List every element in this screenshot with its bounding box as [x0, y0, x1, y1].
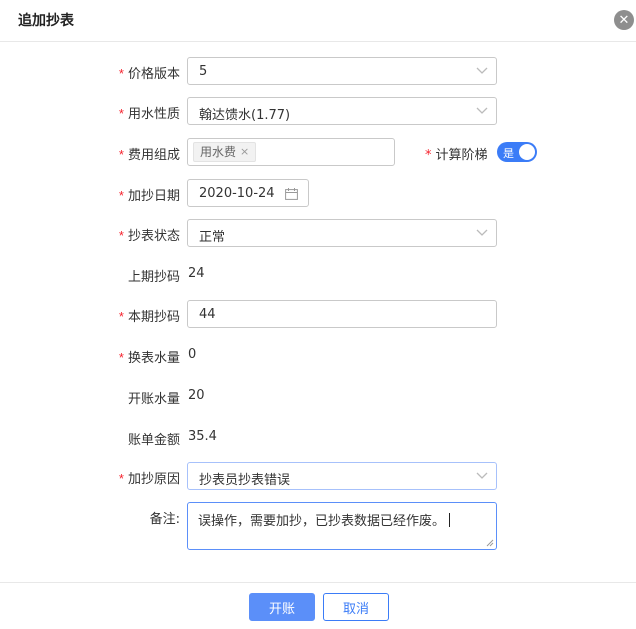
bill-amount-row: 账单金额 35.4	[0, 423, 636, 453]
current-reading-label: * 本期抄码	[118, 309, 180, 325]
resize-grip-icon[interactable]	[486, 539, 494, 547]
fee-composition-multiselect[interactable]: 用水费 ×	[187, 138, 395, 166]
reason-value: 抄表员抄表错误	[199, 473, 291, 488]
required-mark: *	[118, 147, 124, 162]
fee-tag-label: 用水费	[200, 145, 237, 159]
remark-value: 误操作，需要加抄，已抄表数据已经作废。	[198, 510, 451, 529]
fee-composition-row: * 费用组成 用水费 × * 计算阶梯 是	[0, 138, 636, 168]
billed-volume-row: 开账水量 20	[0, 382, 636, 412]
chevron-down-icon	[476, 229, 488, 236]
water-type-row: * 用水性质 翰达馈水(1.77)	[0, 97, 636, 127]
remark-textarea[interactable]: 误操作，需要加抄，已抄表数据已经作废。	[187, 502, 497, 550]
confirm-billing-button[interactable]: 开账	[249, 593, 315, 621]
required-mark: *	[118, 228, 124, 243]
text-caret	[449, 513, 451, 527]
dialog-title: 追加抄表	[18, 13, 74, 29]
billed-volume-value: 20	[188, 388, 205, 403]
bill-amount-label: 账单金额	[127, 433, 180, 448]
meter-status-value: 正常	[199, 230, 226, 245]
required-mark: *	[425, 148, 432, 163]
fee-tag: 用水费 ×	[193, 142, 257, 162]
billed-volume-label: 开账水量	[127, 392, 180, 407]
current-reading-value: 44	[199, 307, 216, 322]
price-version-select[interactable]: 5	[187, 57, 497, 85]
chevron-down-icon	[476, 472, 488, 479]
replace-volume-value: 0	[188, 347, 197, 362]
cancel-button[interactable]: 取消	[323, 593, 389, 621]
tiered-calc-toggle[interactable]: 是	[497, 142, 537, 162]
read-date-label: * 加抄日期	[118, 188, 180, 204]
current-reading-input[interactable]: 44	[187, 300, 497, 328]
replace-volume-row: * 换表水量 0	[0, 341, 636, 371]
tiered-calc-label: * 计算阶梯	[425, 148, 488, 163]
required-mark: *	[118, 188, 124, 203]
add-meter-reading-dialog: 追加抄表 ✕ * 价格版本 5 * 用水性质 翰达馈水(1.77) * 费用组成 用水…	[0, 0, 636, 629]
price-version-row: * 价格版本 5	[0, 57, 636, 87]
meter-status-label: * 抄表状态	[118, 228, 180, 244]
toggle-text: 是	[503, 147, 514, 160]
required-mark: *	[118, 66, 124, 81]
required-mark: *	[118, 350, 124, 365]
dialog-footer	[0, 582, 636, 629]
reason-select[interactable]: 抄表员抄表错误	[187, 462, 497, 490]
required-mark: *	[118, 471, 124, 486]
last-reading-value: 24	[188, 266, 205, 281]
meter-status-select[interactable]: 正常	[187, 219, 497, 247]
chevron-down-icon	[476, 67, 488, 74]
last-reading-row: 上期抄码 24	[0, 260, 636, 290]
water-type-value: 翰达馈水(1.77)	[199, 108, 291, 123]
required-mark: *	[118, 106, 124, 121]
price-version-label: * 价格版本	[118, 66, 180, 82]
read-date-value: 2020-10-24	[199, 186, 275, 201]
tag-close-icon[interactable]: ×	[240, 143, 249, 161]
close-icon[interactable]: ✕	[614, 10, 634, 30]
price-version-value: 5	[199, 64, 208, 79]
chevron-down-icon	[476, 107, 488, 114]
fee-composition-label: * 费用组成	[118, 147, 180, 163]
bill-amount-value: 35.4	[188, 429, 217, 444]
read-date-picker[interactable]: 2020-10-24	[187, 179, 309, 207]
water-type-select[interactable]: 翰达馈水(1.77)	[187, 97, 497, 125]
required-mark: *	[118, 309, 124, 324]
dialog-header: 追加抄表 ✕	[0, 0, 636, 42]
remark-label: 备注:	[149, 512, 180, 527]
current-reading-row: * 本期抄码 44	[0, 300, 636, 330]
replace-volume-label: * 换表水量	[118, 350, 180, 366]
reason-label: * 加抄原因	[118, 471, 180, 487]
toggle-knob	[519, 144, 535, 160]
water-type-label: * 用水性质	[118, 106, 180, 122]
meter-status-row: * 抄表状态 正常	[0, 219, 636, 249]
read-date-row: * 加抄日期 2020-10-24	[0, 179, 636, 209]
remark-row: 备注: 误操作，需要加抄，已抄表数据已经作废。	[0, 502, 636, 550]
reason-row: * 加抄原因 抄表员抄表错误	[0, 462, 636, 492]
last-reading-label: 上期抄码	[127, 270, 180, 285]
calendar-icon	[285, 188, 298, 200]
